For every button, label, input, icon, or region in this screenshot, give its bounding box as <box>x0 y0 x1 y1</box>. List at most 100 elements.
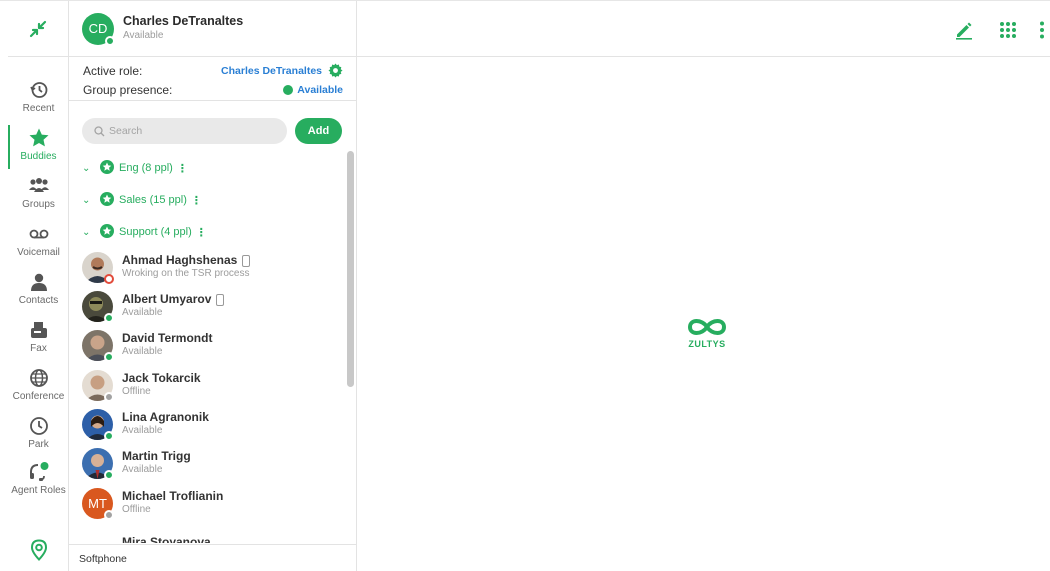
nav-item-buddies[interactable]: Buddies <box>8 125 69 173</box>
group-support[interactable]: ⌄ Support (4 ppl) ⋮ <box>82 222 207 242</box>
nav-item-park[interactable]: Park <box>8 415 69 461</box>
buddy-row[interactable]: MT Michael Troflianin Offline <box>82 485 344 521</box>
nav-item-conference[interactable]: Conference <box>8 367 69 413</box>
buddy-status: Offline <box>122 504 151 516</box>
buddy-status: Offline <box>122 386 151 398</box>
search-input[interactable] <box>109 125 279 137</box>
buddy-avatar <box>82 526 113 543</box>
edit-pencil-icon[interactable] <box>953 19 975 41</box>
zultys-logo-icon <box>685 316 729 338</box>
buddy-row[interactable]: David Termondt Available <box>82 327 344 363</box>
nav-label-agent-roles: Agent Roles <box>11 485 66 496</box>
group-presence-selector[interactable]: Available <box>283 84 343 96</box>
chevron-down-icon[interactable]: ⌄ <box>82 163 96 174</box>
group-label: Support (4 ppl) <box>119 226 192 238</box>
more-vertical-icon[interactable]: ⋮ <box>191 194 202 207</box>
buddy-name: Jack Tokarcik <box>122 371 201 386</box>
star-badge-icon <box>100 191 114 209</box>
buddy-status: Available <box>122 425 163 437</box>
current-user-header[interactable]: CD Charles DeTranaltes Available <box>69 1 356 57</box>
more-vertical-icon[interactable]: ⋮ <box>177 162 188 175</box>
buddy-name: David Termondt <box>122 331 213 346</box>
nav-footer <box>8 539 69 561</box>
mobile-phone-icon <box>242 254 251 267</box>
logo-text: ZULTYS <box>688 339 726 349</box>
buddy-status: Wroking on the TSR process <box>122 268 250 280</box>
buddy-name: Michael Troflianin <box>122 489 224 504</box>
buddy-row[interactable]: Albert Umyarov Available <box>82 288 344 324</box>
add-button[interactable]: Add <box>295 118 342 144</box>
clock-icon <box>28 415 50 437</box>
buddy-row[interactable]: Ahmad Haghshenas Wroking on the TSR proc… <box>82 249 344 285</box>
group-label: Sales (15 ppl) <box>119 194 187 206</box>
buddy-avatar <box>82 290 114 323</box>
presence-dot <box>283 84 294 95</box>
headset-icon <box>28 461 50 483</box>
buddy-name: Albert Umyarov <box>122 292 212 307</box>
left-nav: Recent Buddies Groups Voicemail Contacts <box>8 1 69 571</box>
search-row: Add <box>82 118 342 144</box>
mobile-phone-icon <box>216 293 225 306</box>
chevron-down-icon[interactable]: ⌄ <box>82 227 96 238</box>
buddy-name: Lina Agranonik <box>122 410 209 425</box>
group-sales[interactable]: ⌄ Sales (15 ppl) ⋮ <box>82 190 202 210</box>
people-icon <box>28 175 50 197</box>
star-badge-icon <box>100 223 114 241</box>
buddy-avatar <box>82 447 114 480</box>
gear-icon[interactable] <box>328 63 343 78</box>
buddy-status: Available <box>122 464 163 476</box>
presence-dot <box>104 430 114 441</box>
buddy-row[interactable]: Lina Agranonik Available <box>82 406 344 442</box>
search-box[interactable] <box>82 118 287 144</box>
user-initials: CD <box>88 21 108 36</box>
more-vertical-icon[interactable]: ⋮ <box>196 226 207 239</box>
nav-label-buddies: Buddies <box>20 151 57 162</box>
nav-label-fax: Fax <box>30 343 47 354</box>
globe-icon <box>28 367 50 389</box>
nav-label-groups: Groups <box>22 199 55 210</box>
presence-dot <box>104 509 114 520</box>
buddy-avatar <box>82 408 114 441</box>
buddy-avatar <box>82 329 114 362</box>
nav-item-contacts[interactable]: Contacts <box>8 271 69 317</box>
softphone-bar[interactable]: Softphone <box>69 544 357 571</box>
softphone-label: Softphone <box>79 552 127 565</box>
nav-item-groups[interactable]: Groups <box>8 175 69 221</box>
collapse-arrows-icon[interactable] <box>29 20 47 38</box>
group-presence-value: Available <box>297 83 343 96</box>
presence-dot <box>104 312 114 323</box>
nav-item-voicemail[interactable]: Voicemail <box>8 223 69 269</box>
star-badge-icon <box>100 159 114 177</box>
buddy-avatar: MT <box>82 487 114 520</box>
buddy-row[interactable]: Martin Trigg Available <box>82 445 344 481</box>
history-icon <box>28 79 50 101</box>
role-section: Active role: Charles DeTranaltes Group p… <box>69 57 356 101</box>
chevron-down-icon[interactable]: ⌄ <box>82 195 96 206</box>
nav-item-recent[interactable]: Recent <box>8 79 69 125</box>
app-window: Recent Buddies Groups Voicemail Contacts <box>0 0 1050 571</box>
person-icon <box>28 271 50 293</box>
fax-icon <box>28 319 50 341</box>
dialpad-grid-icon[interactable] <box>997 19 1019 41</box>
group-eng[interactable]: ⌄ Eng (8 ppl) ⋮ <box>82 158 188 178</box>
active-role-value[interactable]: Charles DeTranaltes <box>221 65 322 77</box>
presence-dot <box>104 391 114 402</box>
buddy-avatar <box>82 369 114 402</box>
location-pin-icon[interactable] <box>30 539 48 561</box>
buddy-row[interactable]: Jack Tokarcik Offline <box>82 367 344 403</box>
nav-item-agent-roles[interactable]: Agent Roles <box>8 461 69 507</box>
group-presence-label: Group presence: <box>83 82 173 97</box>
main-toolbar <box>357 1 1050 57</box>
buddy-row[interactable]: Mira Stoyanova <box>82 524 344 543</box>
presence-dot <box>104 469 114 480</box>
presence-dot <box>105 35 115 46</box>
presence-dot <box>104 273 114 284</box>
nav-item-fax[interactable]: Fax <box>8 319 69 365</box>
buddies-panel: CD Charles DeTranaltes Available Active … <box>69 1 357 571</box>
more-vertical-icon[interactable] <box>1031 19 1050 41</box>
nav-header <box>8 1 68 57</box>
search-icon <box>94 125 105 137</box>
voicemail-icon <box>28 223 50 245</box>
buddy-status: Available <box>122 346 163 358</box>
zultys-logo: ZULTYS <box>682 316 732 349</box>
